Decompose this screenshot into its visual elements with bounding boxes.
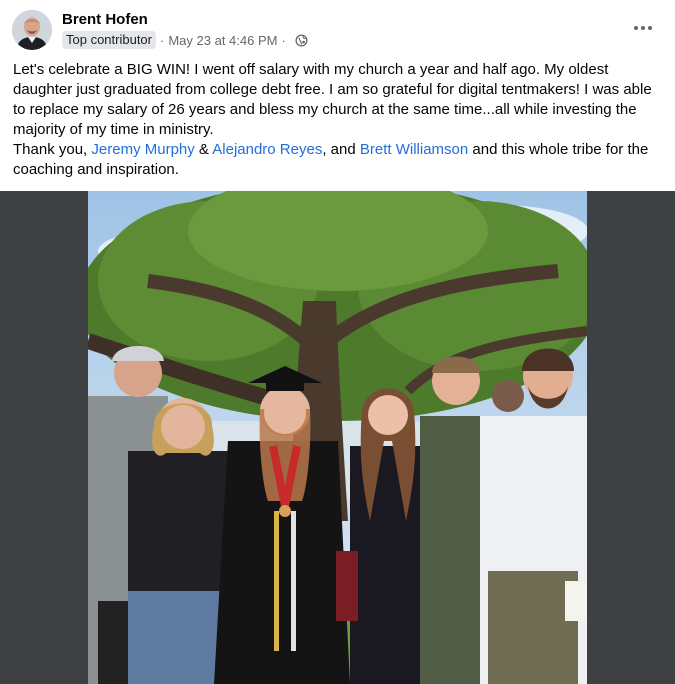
more-horizontal-icon [634, 26, 652, 30]
author-name[interactable]: Brent Hofen [62, 11, 148, 28]
post-meta: Top contributor · May 23 at 4:46 PM · [62, 31, 308, 49]
globe-icon[interactable] [295, 33, 308, 47]
post-body: Let's celebrate a BIG WIN! I went off sa… [13, 60, 665, 180]
top-contributor-badge[interactable]: Top contributor [62, 31, 156, 49]
author-avatar[interactable] [12, 10, 52, 50]
mention-jeremy-murphy[interactable]: Jeremy Murphy [91, 141, 194, 158]
post-photo-container[interactable] [0, 191, 675, 684]
post-photo[interactable] [88, 191, 587, 684]
thanks-and: , and [322, 141, 360, 158]
meta-separator: · [281, 32, 286, 48]
post-paragraph-thanks: Thank you, Jeremy Murphy & Alejandro Rey… [13, 140, 665, 180]
avatar-portrait-icon [12, 10, 52, 50]
mention-alejandro-reyes[interactable]: Alejandro Reyes [212, 141, 322, 158]
group-graduation-photo [88, 191, 587, 684]
post-timestamp[interactable]: May 23 at 4:46 PM [168, 33, 277, 48]
more-options-button[interactable] [625, 12, 661, 44]
mention-brett-williamson[interactable]: Brett Williamson [360, 141, 468, 158]
meta-separator: · [160, 32, 165, 48]
post-paragraph: Let's celebrate a BIG WIN! I went off sa… [13, 61, 652, 138]
thanks-prefix: Thank you, [13, 141, 92, 158]
thanks-ampersand: & [194, 141, 213, 158]
post-header: Brent Hofen Top contributor · May 23 at … [0, 0, 675, 58]
